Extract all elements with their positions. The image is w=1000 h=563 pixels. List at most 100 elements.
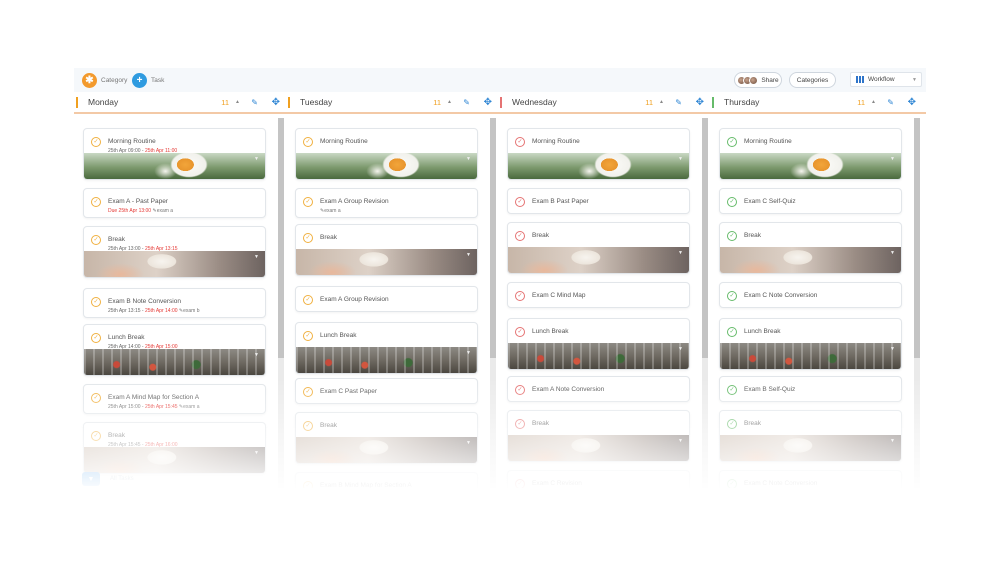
check-circle-icon[interactable]: ✓ [303, 331, 313, 341]
check-circle-icon[interactable]: ✓ [515, 385, 525, 395]
task-count-badge[interactable]: 11 [645, 98, 653, 107]
cover-dropdown-icon[interactable]: ▼ [890, 346, 895, 352]
check-circle-icon[interactable]: ✓ [515, 137, 525, 147]
cover-dropdown-icon[interactable]: ▼ [254, 156, 259, 162]
check-circle-icon[interactable]: ✓ [303, 421, 313, 431]
task-card[interactable]: ✓ Morning Routine ▼ [507, 128, 690, 180]
cover-dropdown-icon[interactable]: ▼ [254, 450, 259, 456]
collapse-arrow-icon[interactable]: ▲ [871, 99, 876, 105]
move-icon[interactable]: ✥ [272, 97, 280, 108]
scrollbar-thumb[interactable] [914, 118, 920, 358]
task-card[interactable]: ✓ Exam A - Past Paper Due 25th Apr 13:00 ✎… [83, 188, 266, 218]
task-card[interactable]: ✓ Exam B Past Paper [507, 188, 690, 214]
check-circle-icon[interactable]: ✓ [727, 197, 737, 207]
task-card[interactable]: ✓ Break ▼ [295, 224, 478, 276]
task-card[interactable]: ✓ Exam A Mind Map for Section A 25th Apr 1… [83, 384, 266, 414]
task-card[interactable]: ✓ Exam C Past Paper [295, 378, 478, 404]
task-card[interactable]: ✓ Break ▼ [507, 410, 690, 462]
task-card[interactable]: ✓ Exam C Self-Quiz [719, 188, 902, 214]
share-button[interactable]: Share [734, 72, 782, 88]
add-category-button[interactable]: ✱ Category [82, 71, 127, 89]
task-card[interactable]: ✓ Break 25th Apr 15:45 - 25th Apr 16:00 ▼ [83, 422, 266, 474]
task-card[interactable]: ✓ Morning Routine ▼ [295, 128, 478, 180]
task-card[interactable]: ✓ Lunch Break ▼ [507, 318, 690, 370]
check-circle-icon[interactable]: ✓ [727, 419, 737, 429]
collapse-arrow-icon[interactable]: ▲ [447, 99, 452, 105]
check-circle-icon[interactable]: ✓ [303, 233, 313, 243]
cover-dropdown-icon[interactable]: ▼ [466, 440, 471, 446]
categories-button[interactable]: Categories [789, 72, 836, 88]
check-circle-icon[interactable]: ✓ [515, 197, 525, 207]
check-circle-icon[interactable]: ✓ [303, 481, 313, 488]
task-card[interactable]: ✓ Exam A Group Revision ✎exam a [295, 188, 478, 218]
check-circle-icon[interactable]: ✓ [515, 419, 525, 429]
cover-dropdown-icon[interactable]: ▼ [466, 252, 471, 258]
task-card[interactable]: ✓ Break ▼ [507, 222, 690, 274]
task-card[interactable]: ✓ Break 25th Apr 13:00 - 25th Apr 13:15 ▼ [83, 226, 266, 278]
task-count-badge[interactable]: 11 [433, 98, 441, 107]
check-circle-icon[interactable]: ✓ [727, 291, 737, 301]
check-circle-icon[interactable]: ✓ [303, 295, 313, 305]
scrollbar-thumb[interactable] [702, 118, 708, 358]
check-circle-icon[interactable]: ✓ [303, 387, 313, 397]
cover-dropdown-icon[interactable]: ▼ [890, 250, 895, 256]
check-circle-icon[interactable]: ✓ [91, 137, 101, 147]
task-card[interactable]: ✓ Lunch Break 25th Apr 14:00 - 25th Apr 15… [83, 324, 266, 376]
scrollbar-thumb[interactable] [490, 118, 496, 358]
scrollbar-thumb[interactable] [278, 118, 284, 358]
edit-pencil-icon[interactable]: ✎ [463, 98, 470, 107]
task-card[interactable]: ✓ Exam B Mind Map for Section A [295, 472, 478, 488]
edit-pencil-icon[interactable]: ✎ [251, 98, 258, 107]
task-card[interactable]: ✓ Morning Routine ▼ [719, 128, 902, 180]
task-card[interactable]: ✓ Exam A Note Conversion [507, 376, 690, 402]
cover-dropdown-icon[interactable]: ▼ [678, 156, 683, 162]
task-card[interactable]: ✓ Exam B Note Conversion 25th Apr 13:15 - … [83, 288, 266, 318]
task-card[interactable]: ✓ Morning Routine 25th Apr 09:00 - 25th Ap… [83, 128, 266, 180]
collapse-arrow-icon[interactable]: ▲ [659, 99, 664, 105]
check-circle-icon[interactable]: ✓ [303, 197, 313, 207]
task-card[interactable]: ✓ Exam A Group Revision [295, 286, 478, 312]
collapse-arrow-icon[interactable]: ▲ [235, 99, 240, 105]
move-icon[interactable]: ✥ [484, 97, 492, 108]
task-card[interactable]: ✓ Exam C Note Conversion [719, 282, 902, 308]
check-circle-icon[interactable]: ✓ [727, 327, 737, 337]
task-card[interactable]: ✓ Lunch Break ▼ [719, 318, 902, 370]
cover-dropdown-icon[interactable]: ▼ [466, 156, 471, 162]
scrollbar[interactable] [490, 118, 496, 488]
edit-pencil-icon[interactable]: ✎ [675, 98, 682, 107]
cover-dropdown-icon[interactable]: ▼ [466, 350, 471, 356]
check-circle-icon[interactable]: ✓ [515, 327, 525, 337]
check-circle-icon[interactable]: ✓ [91, 333, 101, 343]
cover-dropdown-icon[interactable]: ▼ [254, 352, 259, 358]
task-count-badge[interactable]: 11 [221, 98, 229, 107]
check-circle-icon[interactable]: ✓ [727, 137, 737, 147]
check-circle-icon[interactable]: ✓ [727, 231, 737, 241]
check-circle-icon[interactable]: ✓ [515, 291, 525, 301]
task-card[interactable]: ✓ Break ▼ [719, 222, 902, 274]
task-card[interactable]: ✓ Break ▼ [719, 410, 902, 462]
check-circle-icon[interactable]: ✓ [91, 197, 101, 207]
add-task-button[interactable]: + Task [132, 71, 164, 89]
check-circle-icon[interactable]: ✓ [515, 479, 525, 488]
edit-pencil-icon[interactable]: ✎ [887, 98, 894, 107]
check-circle-icon[interactable]: ✓ [91, 431, 101, 441]
check-circle-icon[interactable]: ✓ [727, 385, 737, 395]
cover-dropdown-icon[interactable]: ▼ [890, 156, 895, 162]
task-card[interactable]: ✓ Exam B Self-Quiz [719, 376, 902, 402]
check-circle-icon[interactable]: ✓ [91, 393, 101, 403]
check-circle-icon[interactable]: ✓ [91, 297, 101, 307]
scrollbar[interactable] [278, 118, 284, 488]
view-select[interactable]: Workflow ▼ [850, 72, 922, 87]
cover-dropdown-icon[interactable]: ▼ [890, 438, 895, 444]
cover-dropdown-icon[interactable]: ▼ [254, 254, 259, 260]
filter-button[interactable]: ▼ All Tasks [82, 472, 134, 486]
scrollbar[interactable] [914, 118, 920, 488]
scrollbar[interactable] [702, 118, 708, 488]
move-icon[interactable]: ✥ [696, 97, 704, 108]
check-circle-icon[interactable]: ✓ [727, 479, 737, 488]
task-card[interactable]: ✓ Exam C Mind Map [507, 282, 690, 308]
check-circle-icon[interactable]: ✓ [515, 231, 525, 241]
cover-dropdown-icon[interactable]: ▼ [678, 346, 683, 352]
task-card[interactable]: ✓ Lunch Break ▼ [295, 322, 478, 374]
move-icon[interactable]: ✥ [908, 97, 916, 108]
